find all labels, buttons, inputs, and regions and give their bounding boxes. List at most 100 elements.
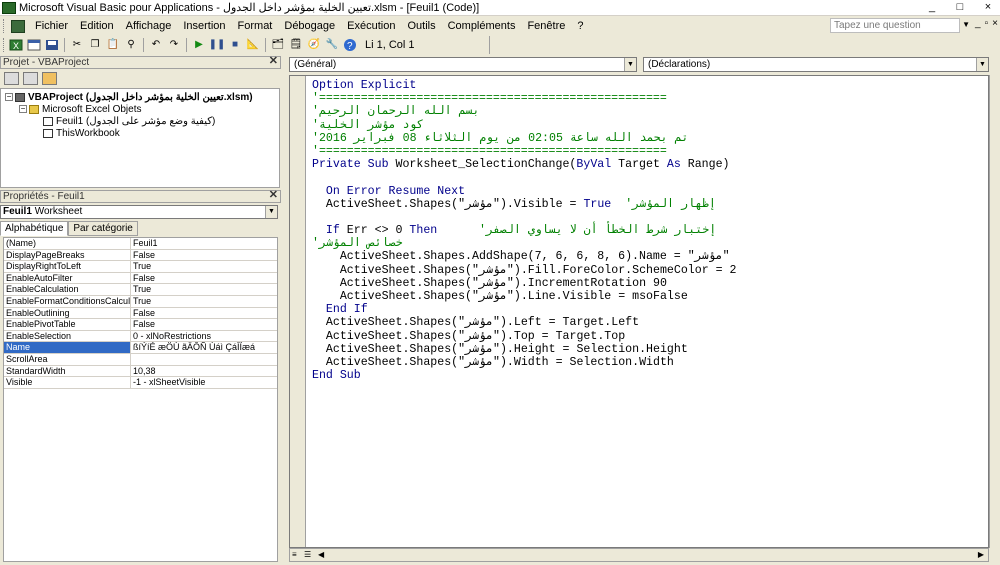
code-line[interactable]: 'كود مؤشر الخلية [312, 119, 737, 132]
code-line[interactable]: If Err <> 0 Then 'إختبار شرط الخطأ أن لا… [312, 224, 737, 237]
menu-fichier[interactable]: Fichier [29, 20, 74, 32]
code-line[interactable]: 'خصائص المؤشر [312, 237, 737, 250]
paste-icon[interactable]: 📋 [105, 38, 121, 52]
property-row[interactable]: EnableOutlining False [4, 307, 277, 320]
property-value[interactable]: ßíÝíÉ æÖÚ ãÄÔÑ Úáì ÇáÌÏæá [131, 342, 277, 353]
property-value[interactable]: False [131, 319, 277, 330]
property-value[interactable]: True [131, 284, 277, 295]
code-line[interactable]: End If [312, 303, 737, 316]
code-line[interactable]: End Sub [312, 369, 737, 382]
code-line[interactable]: On Error Resume Next [312, 185, 737, 198]
code-line[interactable]: ActiveSheet.Shapes("مؤشر").Fill.ForeColo… [312, 264, 737, 277]
help-icon[interactable]: ? [342, 38, 358, 52]
property-row[interactable]: EnableAutoFilter False [4, 272, 277, 285]
tree-node-thisworkbook[interactable]: ThisWorkbook [43, 127, 120, 139]
mdi-minimize-button[interactable]: _ [975, 18, 981, 29]
redo-icon[interactable]: ↷ [166, 38, 182, 52]
property-row[interactable]: Visible -1 - xlSheetVisible [4, 377, 277, 389]
excel-icon[interactable] [11, 19, 25, 33]
property-row[interactable]: StandardWidth 10,38 [4, 365, 277, 378]
properties-pane-close-icon[interactable]: ✕ [269, 190, 278, 201]
menu-help[interactable]: ? [571, 20, 589, 32]
property-value[interactable]: False [131, 250, 277, 261]
question-dropdown-icon[interactable]: ▼ [962, 20, 970, 29]
tree-node-feuil1[interactable]: Feuil1 (كيفية وضع مؤشر على الجدول) [43, 115, 215, 127]
code-line[interactable]: '=======================================… [312, 92, 737, 105]
close-button[interactable]: × [978, 1, 998, 14]
chevron-down-icon[interactable]: ▼ [265, 206, 277, 218]
code-line[interactable]: Option Explicit [312, 79, 737, 92]
code-line[interactable]: '=======================================… [312, 145, 737, 158]
property-row[interactable]: DisplayPageBreaks False [4, 249, 277, 262]
menu-debogage[interactable]: Débogage [278, 20, 341, 32]
properties-icon[interactable]: 🗒 [288, 38, 304, 52]
procedure-view-icon[interactable]: ≡ [292, 550, 297, 559]
code-line[interactable]: Private Sub Worksheet_SelectionChange(By… [312, 158, 737, 171]
tree-node-excel-objects[interactable]: − Microsoft Excel Objets [19, 103, 141, 115]
procedure-combo[interactable]: (Déclarations) ▼ [643, 57, 989, 72]
code-lines[interactable]: Option Explicit '========================… [312, 79, 737, 382]
property-value[interactable]: True [131, 296, 277, 307]
menu-fenetre[interactable]: Fenêtre [521, 20, 571, 32]
mdi-restore-button[interactable]: ▫ [985, 18, 989, 29]
mdi-close-button[interactable]: × [992, 18, 998, 29]
code-line[interactable]: ActiveSheet.Shapes("مؤشر").Top = Target.… [312, 330, 737, 343]
code-line[interactable] [312, 211, 737, 224]
vertical-scrollbar[interactable] [989, 75, 1000, 548]
collapse-icon[interactable]: − [19, 105, 27, 113]
code-line[interactable]: ActiveSheet.Shapes("مؤشر").IncrementRota… [312, 277, 737, 290]
menu-insertion[interactable]: Insertion [177, 20, 231, 32]
property-row[interactable]: (Name) Feuil1 [4, 238, 277, 250]
view-object-icon[interactable] [23, 72, 38, 85]
code-editor[interactable]: Option Explicit '========================… [289, 75, 989, 548]
cut-icon[interactable]: ✂ [69, 38, 85, 52]
menu-grip[interactable] [3, 19, 7, 33]
code-gutter[interactable] [290, 76, 306, 547]
property-row[interactable]: DisplayRightToLeft True [4, 261, 277, 273]
tree-node-project[interactable]: − VBAProject (تعيين الخلية بمؤشر داخل ال… [5, 91, 253, 103]
menu-complements[interactable]: Compléments [442, 20, 522, 32]
code-line[interactable]: ActiveSheet.Shapes("مؤشر").Width = Selec… [312, 356, 737, 369]
tab-par-categorie[interactable]: Par catégorie [68, 221, 138, 236]
menu-execution[interactable]: Exécution [341, 20, 401, 32]
property-value[interactable] [131, 354, 277, 365]
toggle-folders-icon[interactable] [42, 72, 57, 85]
object-browser-icon[interactable]: 🧭 [306, 38, 322, 52]
property-row[interactable]: ScrollArea [4, 353, 277, 366]
view-code-icon[interactable] [4, 72, 19, 85]
code-line[interactable]: ActiveSheet.Shapes("مؤشر").Visible = Tru… [312, 198, 737, 211]
code-line[interactable]: 'بسم الله الرحمان الرحيم [312, 105, 737, 118]
property-row-selected[interactable]: Name ßíÝíÉ æÖÚ ãÄÔÑ Úáì ÇáÌÏæá [4, 342, 277, 354]
property-row[interactable]: EnableFormatConditionsCalculationTrue [4, 295, 277, 308]
code-line[interactable] [312, 171, 737, 184]
full-module-view-icon[interactable]: ☰ [304, 550, 311, 559]
properties-object-combo[interactable]: Feuil1 Worksheet ▼ [0, 205, 278, 219]
project-explorer-icon[interactable]: 🗂 [270, 38, 286, 52]
menu-edition[interactable]: Edition [74, 20, 120, 32]
menu-outils[interactable]: Outils [401, 20, 441, 32]
run-icon[interactable]: ▶ [191, 38, 207, 52]
break-icon[interactable]: ❚❚ [209, 38, 226, 52]
code-line[interactable]: ActiveSheet.Shapes("مؤشر").Height = Sele… [312, 343, 737, 356]
object-combo[interactable]: (Général) ▼ [289, 57, 637, 72]
property-value[interactable]: True [131, 261, 277, 272]
find-icon[interactable]: ⚲ [123, 38, 139, 52]
copy-icon[interactable]: ❐ [87, 38, 103, 52]
scroll-left-icon[interactable]: ◀ [318, 550, 324, 559]
toolbar-grip[interactable] [3, 38, 7, 52]
reset-icon[interactable]: ■ [227, 38, 243, 52]
insert-userform-icon[interactable] [26, 38, 42, 52]
minimize-button[interactable]: _ [922, 1, 942, 14]
menu-affichage[interactable]: Affichage [120, 20, 178, 32]
menu-format[interactable]: Format [232, 20, 279, 32]
code-line[interactable]: ActiveSheet.Shapes.AddShape(7, 6, 6, 8, … [312, 250, 737, 263]
property-value[interactable]: False [131, 308, 277, 319]
property-value[interactable]: -1 - xlSheetVisible [131, 377, 277, 388]
property-row[interactable]: EnableSelection 0 - xlNoRestrictions [4, 330, 277, 343]
collapse-icon[interactable]: − [5, 93, 13, 101]
maximize-button[interactable]: □ [950, 1, 970, 14]
property-row[interactable]: EnableCalculation True [4, 284, 277, 296]
code-line[interactable]: ActiveSheet.Shapes("مؤشر").Line.Visible … [312, 290, 737, 303]
horizontal-scrollbar[interactable]: ≡ ☰ ◀ ▶ [289, 548, 989, 562]
chevron-down-icon[interactable]: ▼ [624, 58, 636, 71]
